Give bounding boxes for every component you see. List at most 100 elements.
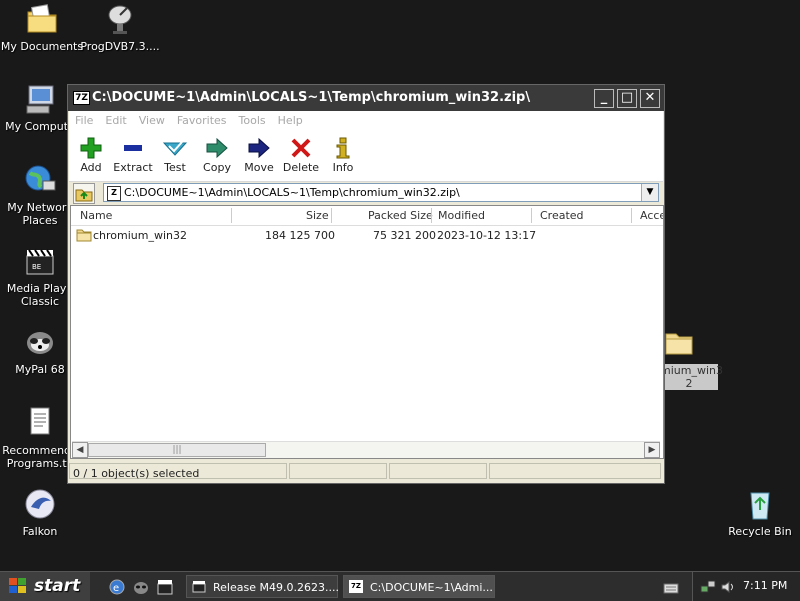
menu-file[interactable]: File (69, 111, 99, 127)
taskbar-item-media-player[interactable]: Release M49.0.2623.... (186, 575, 339, 598)
svg-text:BE: BE (32, 263, 41, 271)
column-divider[interactable] (331, 208, 332, 223)
7zip-app-icon: 7Z (73, 91, 90, 105)
maximize-button[interactable]: □ (617, 89, 637, 108)
copy-button[interactable]: Copy (196, 135, 238, 174)
raccoon-icon (23, 325, 57, 359)
menu-tools[interactable]: Tools (233, 111, 272, 127)
media-player-quicklaunch-icon[interactable] (156, 578, 174, 596)
delete-button[interactable]: Delete (280, 135, 322, 174)
status-bar: 0 / 1 object(s) selected (69, 461, 663, 482)
desktop-icon-recycle-bin[interactable]: Recycle Bin (718, 487, 800, 538)
computer-icon (23, 82, 57, 116)
file-manager-window: 7Z C:\DOCUME~1\Admin\LOCALS~1\Temp\chrom… (67, 84, 665, 484)
add-button[interactable]: Add (70, 135, 112, 174)
7z-icon: 7Z (349, 580, 363, 593)
check-icon (163, 141, 187, 156)
path-text: C:\DOCUME~1\Admin\LOCALS~1\Temp\chromium… (124, 186, 460, 199)
scroll-right-icon[interactable]: ▶ (644, 442, 660, 458)
desktop-icon-label: mium_win3 2 (660, 364, 723, 390)
label-line: Places (22, 214, 58, 227)
label-line: My Network (7, 201, 73, 214)
browser-quicklaunch-icon[interactable]: e (108, 578, 126, 596)
my-documents-icon (25, 2, 59, 36)
desktop-icon-progdvb[interactable]: ProgDVB7.3.... (78, 2, 162, 53)
column-name[interactable]: Name (80, 209, 112, 222)
menu-help[interactable]: Help (272, 111, 309, 127)
x-icon (291, 138, 311, 158)
column-divider[interactable] (531, 208, 532, 223)
copy-label: Copy (203, 161, 231, 174)
window-title: C:\DOCUME~1\Admin\LOCALS~1\Temp\chromium… (92, 90, 531, 105)
delete-label: Delete (282, 161, 320, 174)
archive-icon: Z (107, 186, 121, 201)
status-segment: 0 / 1 object(s) selected (69, 463, 287, 480)
close-button[interactable]: ✕ (640, 89, 660, 108)
minus-icon (124, 145, 142, 151)
task-label: C:\DOCUME~1\Admi... (370, 581, 493, 594)
status-text: 0 / 1 object(s) selected (73, 467, 200, 480)
taskbar-item-7zip[interactable]: 7Z C:\DOCUME~1\Admi... (343, 575, 495, 598)
column-created[interactable]: Created (540, 209, 584, 222)
cell-packed-size: 75 321 200 (373, 229, 436, 242)
desktop-icon-label: ProgDVB7.3.... (80, 40, 160, 53)
satellite-dish-icon (103, 2, 137, 36)
plus-icon (80, 137, 102, 159)
address-bar: Z C:\DOCUME~1\Admin\LOCALS~1\Temp\chromi… (69, 182, 663, 204)
info-label: Info (332, 161, 354, 174)
table-row[interactable]: chromium_win32 184 125 700 75 321 200 20… (71, 227, 663, 245)
cell-size: 184 125 700 (265, 229, 335, 242)
clock: 7:11 PM (743, 579, 788, 592)
scroll-left-icon[interactable]: ◀ (72, 442, 88, 458)
desktop-icon-label: My Documents (0, 40, 84, 53)
column-modified[interactable]: Modified (438, 209, 485, 222)
path-input[interactable]: Z C:\DOCUME~1\Admin\LOCALS~1\Temp\chromi… (103, 183, 659, 202)
falkon-icon (23, 487, 57, 521)
recycle-bin-icon (743, 487, 777, 521)
network-globe-icon (23, 163, 57, 197)
desktop-icon-my-documents[interactable]: My Documents (0, 2, 84, 53)
cell-modified: 2023-10-12 13:17 (437, 229, 537, 242)
move-label: Move (244, 161, 274, 174)
system-tray: 7:11 PM (692, 572, 800, 601)
cell-name: chromium_win32 (93, 229, 188, 242)
move-arrow-icon (248, 137, 270, 159)
horizontal-scrollbar[interactable]: ◀ ||| ▶ (72, 441, 660, 458)
add-label: Add (80, 161, 102, 174)
column-divider[interactable] (431, 208, 432, 223)
info-icon (336, 137, 350, 159)
title-bar[interactable]: 7Z C:\DOCUME~1\Admin\LOCALS~1\Temp\chrom… (68, 85, 664, 111)
file-list[interactable]: Name Size Packed Size Modified Created A… (70, 205, 664, 459)
up-folder-button[interactable] (73, 183, 95, 204)
taskbar: start e Release M49.0.2623.... 7Z C:\DOC… (0, 571, 800, 601)
column-size[interactable]: Size (306, 209, 329, 222)
minimize-button[interactable]: _ (594, 89, 614, 108)
folder-icon (76, 228, 92, 245)
scroll-thumb[interactable]: ||| (88, 443, 266, 457)
chevron-down-icon[interactable]: ▼ (641, 184, 658, 201)
keyboard-tray-icon[interactable] (662, 579, 680, 597)
menu-view[interactable]: View (133, 111, 171, 127)
test-button[interactable]: Test (154, 135, 196, 174)
column-divider[interactable] (631, 208, 632, 223)
desktop-icon-falkon[interactable]: Falkon (0, 487, 82, 538)
mypal-quicklaunch-icon[interactable] (132, 578, 150, 596)
folder-icon (662, 326, 696, 360)
column-packed-size[interactable]: Packed Size (368, 209, 433, 222)
windows-flag-icon (9, 578, 26, 593)
menu-favorites[interactable]: Favorites (171, 111, 233, 127)
menu-edit[interactable]: Edit (99, 111, 132, 127)
text-document-icon (23, 406, 57, 440)
start-button[interactable]: start (0, 572, 90, 601)
label-line: Programs.tx (6, 457, 74, 470)
info-button[interactable]: Info (322, 135, 364, 174)
column-header: Name Size Packed Size Modified Created A… (71, 206, 663, 226)
column-divider[interactable] (231, 208, 232, 223)
label-line: Classic (20, 295, 60, 308)
extract-button[interactable]: Extract (112, 135, 154, 174)
network-tray-icon[interactable] (699, 578, 717, 596)
volume-tray-icon[interactable] (719, 578, 737, 596)
move-button[interactable]: Move (238, 135, 280, 174)
column-accessed[interactable]: Acce (640, 209, 663, 222)
label-line: mium_win3 (660, 364, 723, 377)
